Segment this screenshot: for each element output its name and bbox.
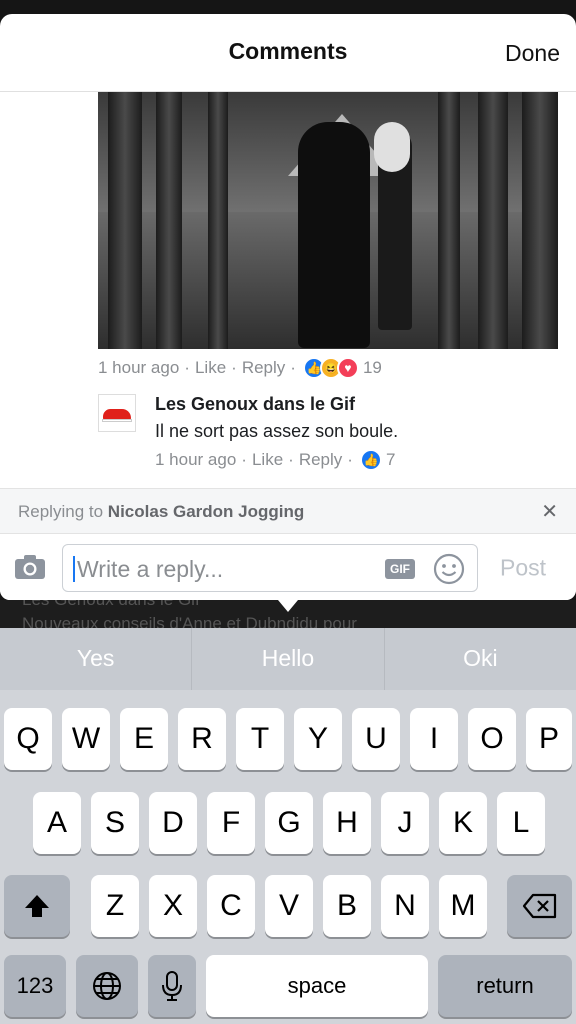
comment-photo[interactable]	[98, 92, 558, 349]
key-q[interactable]: Q	[4, 708, 52, 770]
key-v[interactable]: V	[265, 875, 313, 937]
key-c[interactable]: C	[207, 875, 255, 937]
backspace-icon	[522, 893, 556, 919]
shift-key[interactable]	[4, 875, 70, 937]
reply-like-link[interactable]: Like	[252, 450, 283, 470]
key-o[interactable]: O	[468, 708, 516, 770]
key-h[interactable]: H	[323, 792, 371, 854]
backspace-key[interactable]	[507, 875, 572, 937]
key-w[interactable]: W	[62, 708, 110, 770]
reply-reactions[interactable]: 👍 7	[359, 449, 400, 471]
microphone-icon	[162, 971, 182, 1001]
reply-meta: 1 hour ago · Like · Reply · 👍 7	[155, 448, 400, 472]
return-key[interactable]: return	[438, 955, 572, 1017]
header: Comments Done	[0, 14, 576, 92]
reply-placeholder: Write a reply...	[77, 556, 224, 582]
comment-meta: 1 hour ago · Like · Reply · 👍 😆 ♥ 19	[98, 356, 387, 380]
replying-to-bar: Replying to Nicolas Gardon Jogging ✕	[0, 488, 576, 534]
key-s[interactable]: S	[91, 792, 139, 854]
key-y[interactable]: Y	[294, 708, 342, 770]
key-t[interactable]: T	[236, 708, 284, 770]
sheet-pointer	[278, 600, 298, 612]
key-f[interactable]: F	[207, 792, 255, 854]
camera-icon[interactable]	[14, 554, 46, 580]
numbers-key[interactable]: 123	[4, 955, 66, 1017]
key-k[interactable]: K	[439, 792, 487, 854]
reply-composer: Write a reply... GIF Post	[0, 534, 576, 600]
reply-text: Il ne sort pas assez son boule.	[155, 421, 399, 441]
page-title: Comments	[228, 38, 348, 64]
suggestion-3[interactable]: Oki	[385, 628, 576, 690]
close-icon[interactable]: ✕	[541, 499, 558, 524]
love-reaction-icon: ♥	[336, 357, 359, 379]
comment-time: 1 hour ago	[98, 358, 180, 377]
key-z[interactable]: Z	[91, 875, 139, 937]
smiley-icon[interactable]	[433, 553, 465, 585]
key-u[interactable]: U	[352, 708, 400, 770]
key-b[interactable]: B	[323, 875, 371, 937]
shift-icon	[25, 895, 49, 917]
suggestion-2[interactable]: Hello	[192, 628, 385, 690]
reply-reply-link[interactable]: Reply	[299, 450, 342, 470]
key-p[interactable]: P	[526, 708, 572, 770]
backdrop-text-1: Les Genoux dans le Gif	[22, 600, 200, 610]
comments-sheet: Comments Done 1 hour ago · Like · Reply · 👍…	[0, 14, 576, 600]
reply-time: 1 hour ago	[155, 450, 237, 469]
space-key[interactable]: space	[206, 955, 428, 1017]
gif-icon[interactable]: GIF	[385, 559, 415, 579]
key-d[interactable]: D	[149, 792, 197, 854]
key-r[interactable]: R	[178, 708, 226, 770]
keyboard: Yes Hello Oki Q W E R T Y U I O P A S D …	[0, 628, 576, 1024]
key-x[interactable]: X	[149, 875, 197, 937]
key-e[interactable]: E	[120, 708, 168, 770]
key-l[interactable]: L	[497, 792, 545, 854]
globe-icon	[93, 972, 121, 1000]
post-button[interactable]: Post	[500, 555, 546, 582]
reply-author[interactable]: Les Genoux dans le Gif	[155, 394, 355, 415]
key-n[interactable]: N	[381, 875, 429, 937]
avatar[interactable]	[98, 394, 136, 432]
key-g[interactable]: G	[265, 792, 313, 854]
text-caret	[73, 556, 75, 582]
key-j[interactable]: J	[381, 792, 429, 854]
comment-reaction-count: 19	[362, 358, 382, 377]
key-i[interactable]: I	[410, 708, 458, 770]
replying-to-text: Replying to Nicolas Gardon Jogging	[18, 502, 305, 521]
reply-input[interactable]: Write a reply... GIF	[62, 544, 478, 592]
like-reaction-icon: 👍	[359, 449, 382, 471]
comment-like-link[interactable]: Like	[195, 358, 226, 378]
globe-key[interactable]	[76, 955, 138, 1017]
reply-reaction-count: 7	[385, 450, 396, 469]
suggestion-bar: Yes Hello Oki	[0, 628, 576, 690]
key-m[interactable]: M	[439, 875, 487, 937]
suggestion-1[interactable]: Yes	[0, 628, 193, 690]
comment-reactions[interactable]: 👍 😆 ♥ 19	[302, 357, 387, 379]
key-a[interactable]: A	[33, 792, 81, 854]
replying-to-name: Nicolas Gardon Jogging	[107, 502, 305, 521]
done-button[interactable]: Done	[505, 40, 560, 67]
comment-reply-link[interactable]: Reply	[242, 358, 285, 378]
microphone-key[interactable]	[148, 955, 196, 1017]
